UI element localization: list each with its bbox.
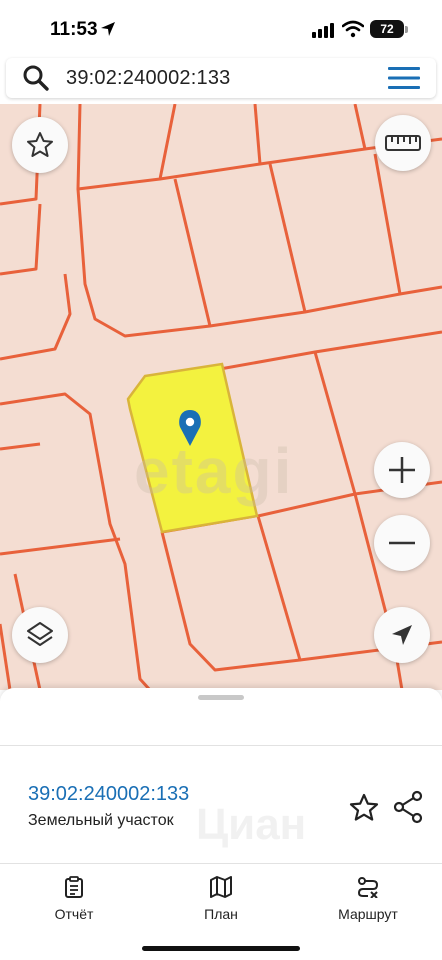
ruler-icon[interactable] [385, 134, 421, 152]
zoom-in-button[interactable] [374, 442, 430, 498]
measure-button[interactable] [375, 115, 431, 171]
my-location-button[interactable] [374, 607, 430, 663]
battery-cap [405, 26, 408, 33]
wifi-icon [342, 20, 364, 38]
star-icon[interactable] [25, 130, 55, 160]
report-clipboard-icon [65, 876, 83, 898]
map-watermark: etagi [134, 435, 294, 507]
search-bar[interactable]: 39:02:240002:133 [6, 58, 436, 98]
zoom-out-icon[interactable] [387, 528, 417, 558]
search-icon[interactable] [22, 64, 50, 92]
sheet-drag-handle[interactable] [198, 695, 244, 700]
tabbar-divider [0, 863, 442, 864]
cadastral-number[interactable]: 39:02:240002:133 [28, 783, 189, 806]
sheet-watermark: Циан [196, 800, 307, 849]
map-plan-icon [210, 876, 232, 898]
layers-button[interactable] [12, 607, 68, 663]
parcel-boundaries [0, 104, 442, 690]
cadastral-map[interactable]: etagi [0, 104, 442, 690]
tab-plan[interactable]: План [166, 876, 276, 922]
cellular-signal-icon [312, 23, 334, 38]
favorite-map-button[interactable] [12, 117, 68, 173]
tab-route-label: Маршрут [338, 906, 398, 922]
home-indicator[interactable] [142, 946, 300, 951]
tab-plan-label: План [204, 906, 238, 922]
star-icon[interactable] [348, 792, 380, 824]
zoom-in-icon[interactable] [387, 455, 417, 485]
object-bottom-sheet[interactable]: Циан 39:02:240002:133 Земельный участок … [0, 688, 442, 960]
location-arrow-icon [101, 22, 115, 36]
search-query[interactable]: 39:02:240002:133 [66, 67, 230, 90]
status-bar: 11:53 72 [0, 0, 442, 56]
tab-route[interactable]: Маршрут [313, 876, 423, 922]
hamburger-menu-icon[interactable] [388, 66, 420, 90]
share-icon[interactable] [392, 790, 424, 824]
status-time: 11:53 [50, 19, 98, 40]
tab-report[interactable]: Отчёт [19, 876, 129, 922]
tab-report-label: Отчёт [54, 906, 94, 922]
object-type: Земельный участок [28, 812, 174, 829]
battery-indicator: 72 [370, 20, 404, 38]
layers-icon[interactable] [25, 620, 55, 650]
navigation-arrow-icon[interactable] [389, 622, 415, 648]
sheet-divider [0, 745, 442, 746]
zoom-out-button[interactable] [374, 515, 430, 571]
route-icon [357, 877, 379, 898]
